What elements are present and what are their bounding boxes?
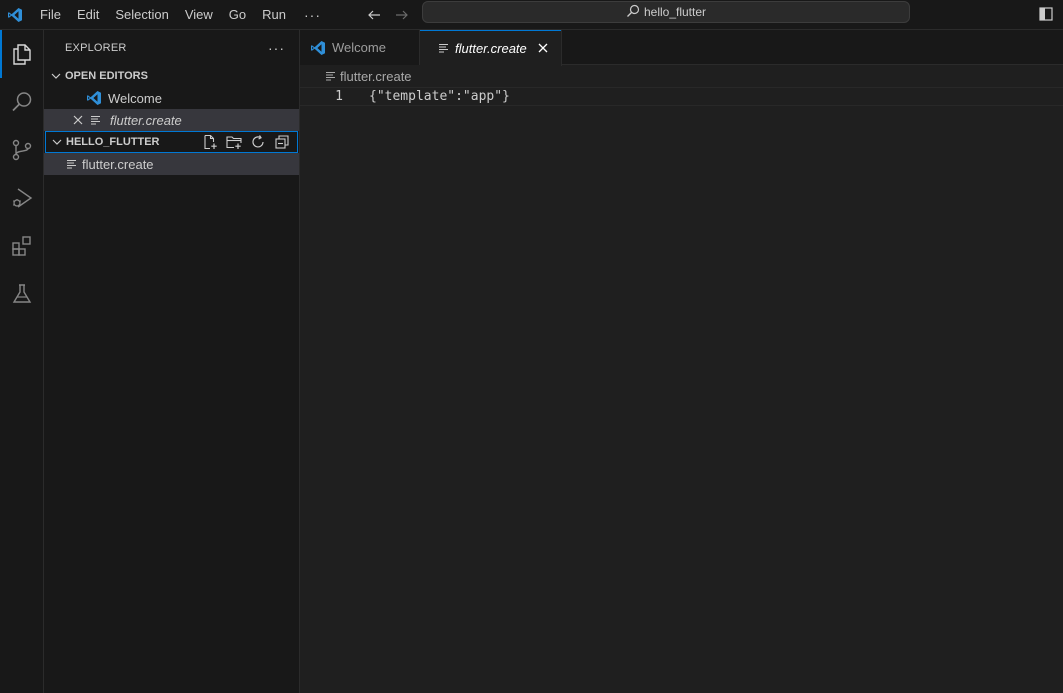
text-file-icon xyxy=(324,69,338,83)
refresh-icon[interactable] xyxy=(248,132,268,152)
open-editor-label: Welcome xyxy=(108,90,162,106)
testing-icon[interactable] xyxy=(0,270,44,318)
folder-label: HELLO_FLUTTER xyxy=(66,136,160,148)
views-more-button[interactable]: ··· xyxy=(268,40,285,56)
text-file-icon xyxy=(436,40,452,56)
menu-edit[interactable]: Edit xyxy=(69,4,107,26)
back-arrow-icon[interactable] xyxy=(364,5,384,25)
navigation-arrows xyxy=(364,0,412,30)
menu-bar: File Edit Selection View Go Run ··· xyxy=(32,0,331,30)
breadcrumb: flutter.create xyxy=(300,65,1063,87)
hello-flutter-folder-header[interactable]: HELLO_FLUTTER xyxy=(45,131,298,153)
chevron-down-icon xyxy=(48,68,64,84)
open-editors-header[interactable]: OPEN EDITORS xyxy=(44,65,299,87)
open-editors-label: OPEN EDITORS xyxy=(65,70,148,82)
explorer-sidebar: EXPLORER ··· OPEN EDITORS Welcome flutte… xyxy=(44,30,300,693)
text-file-icon xyxy=(64,156,80,172)
text-file-icon xyxy=(88,112,104,128)
explorer-icon[interactable] xyxy=(0,30,44,78)
forward-arrow-icon[interactable] xyxy=(392,5,412,25)
vscode-icon xyxy=(86,90,102,106)
menu-file[interactable]: File xyxy=(32,4,69,26)
search-icon[interactable] xyxy=(0,78,44,126)
vscode-logo-icon xyxy=(0,0,30,30)
sidebar-title: EXPLORER xyxy=(65,41,127,54)
toggle-sidebar-icon[interactable] xyxy=(1037,5,1055,23)
editor-tabs: Welcome flutter.create xyxy=(300,30,1063,66)
tab-flutter-create[interactable]: flutter.create xyxy=(420,30,562,66)
title-bar: File Edit Selection View Go Run ··· hell… xyxy=(0,0,1063,30)
source-control-icon[interactable] xyxy=(0,126,44,174)
chevron-down-icon xyxy=(49,134,65,150)
editor-area: Welcome flutter.create flutter.create 1 … xyxy=(300,30,1063,693)
vscode-icon xyxy=(310,40,326,56)
code-line[interactable]: 1 {"template":"app"} xyxy=(300,87,1063,106)
close-icon[interactable] xyxy=(70,112,86,128)
extensions-icon[interactable] xyxy=(0,222,44,270)
open-editor-welcome[interactable]: Welcome xyxy=(44,87,299,109)
command-center-search[interactable]: hello_flutter xyxy=(422,1,910,23)
new-file-icon[interactable] xyxy=(200,132,220,152)
run-debug-icon[interactable] xyxy=(0,174,44,222)
folder-actions xyxy=(200,132,298,152)
menu-selection[interactable]: Selection xyxy=(107,4,176,26)
breadcrumb-item[interactable]: flutter.create xyxy=(340,69,412,84)
menu-go[interactable]: Go xyxy=(221,4,254,26)
menu-run[interactable]: Run xyxy=(254,4,294,26)
menu-view[interactable]: View xyxy=(177,4,221,26)
activity-bar xyxy=(0,30,44,693)
file-flutter-create[interactable]: flutter.create xyxy=(44,153,299,175)
menu-more-button[interactable]: ··· xyxy=(294,7,331,23)
tab-welcome[interactable]: Welcome xyxy=(300,30,420,65)
close-icon[interactable] xyxy=(535,40,551,56)
code-text[interactable]: {"template":"app"} xyxy=(369,89,510,104)
sidebar-header: EXPLORER ··· xyxy=(44,30,299,65)
collapse-all-icon[interactable] xyxy=(272,132,292,152)
tab-label: Welcome xyxy=(332,40,386,55)
open-editor-label: flutter.create xyxy=(110,112,182,128)
open-editor-flutter-create[interactable]: flutter.create xyxy=(44,109,299,131)
search-icon xyxy=(626,4,640,21)
tab-label: flutter.create xyxy=(455,40,527,56)
new-folder-icon[interactable] xyxy=(224,132,244,152)
command-center-text: hello_flutter xyxy=(643,5,707,19)
file-label: flutter.create xyxy=(82,156,154,172)
line-number: 1 xyxy=(335,89,343,104)
